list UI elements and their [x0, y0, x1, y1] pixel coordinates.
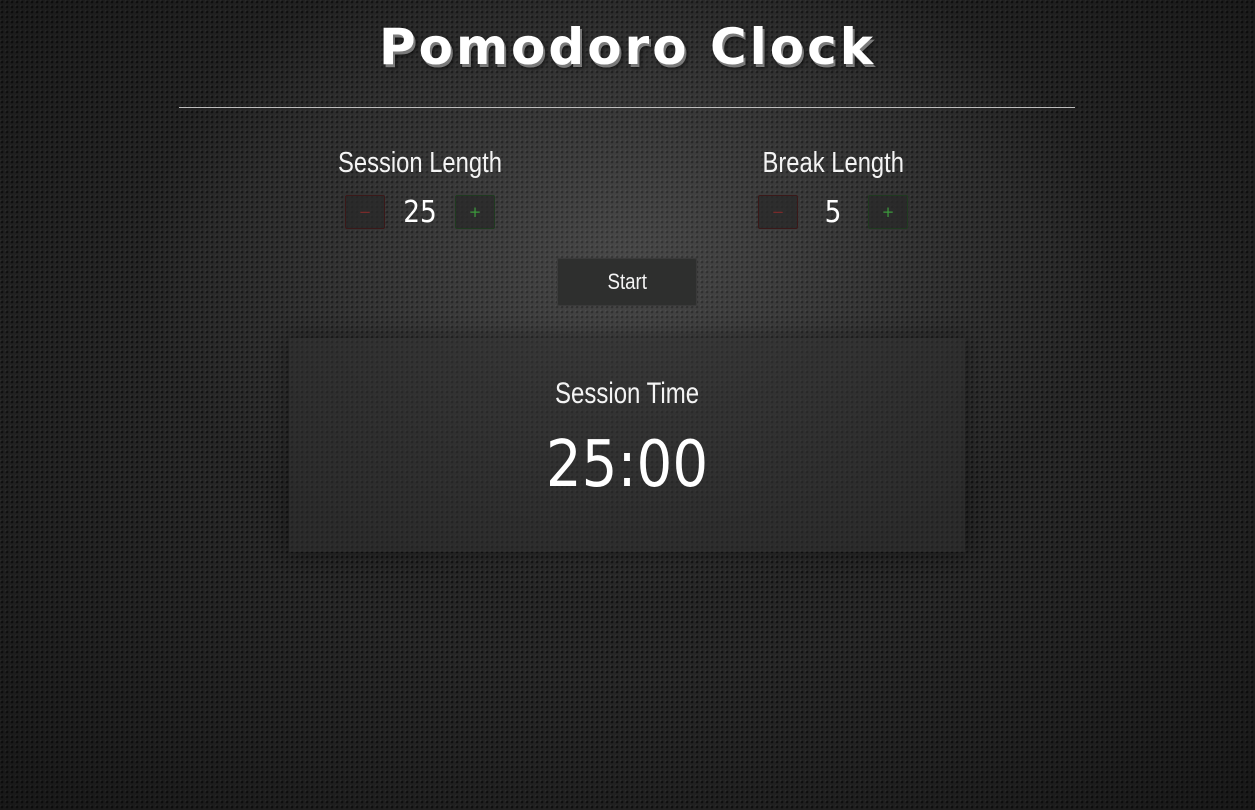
break-decrement-button[interactable]: −	[758, 195, 798, 229]
session-length-label: Session Length	[338, 147, 502, 179]
page-title: Pomodoro Clock	[378, 18, 877, 76]
timer-panel: Session Time 25:00	[289, 338, 965, 552]
session-length-value: 25	[403, 194, 437, 230]
session-length-control: Session Length − 25 +	[290, 143, 550, 231]
timer-label: Session Time	[554, 377, 700, 410]
break-increment-button[interactable]: +	[868, 195, 908, 229]
break-length-label: Break Length	[762, 147, 904, 179]
session-increment-button[interactable]: +	[455, 195, 495, 229]
session-decrement-button[interactable]: −	[345, 195, 385, 229]
break-length-value: 5	[824, 194, 842, 230]
start-button[interactable]: Start	[557, 258, 697, 306]
break-length-row: − 5 +	[703, 193, 963, 231]
session-length-row: − 25 +	[290, 193, 550, 231]
break-length-control: Break Length − 5 +	[703, 143, 963, 231]
timer-display: 25:00	[545, 428, 709, 502]
title-divider	[179, 107, 1075, 108]
start-button-label: Start	[607, 269, 647, 294]
